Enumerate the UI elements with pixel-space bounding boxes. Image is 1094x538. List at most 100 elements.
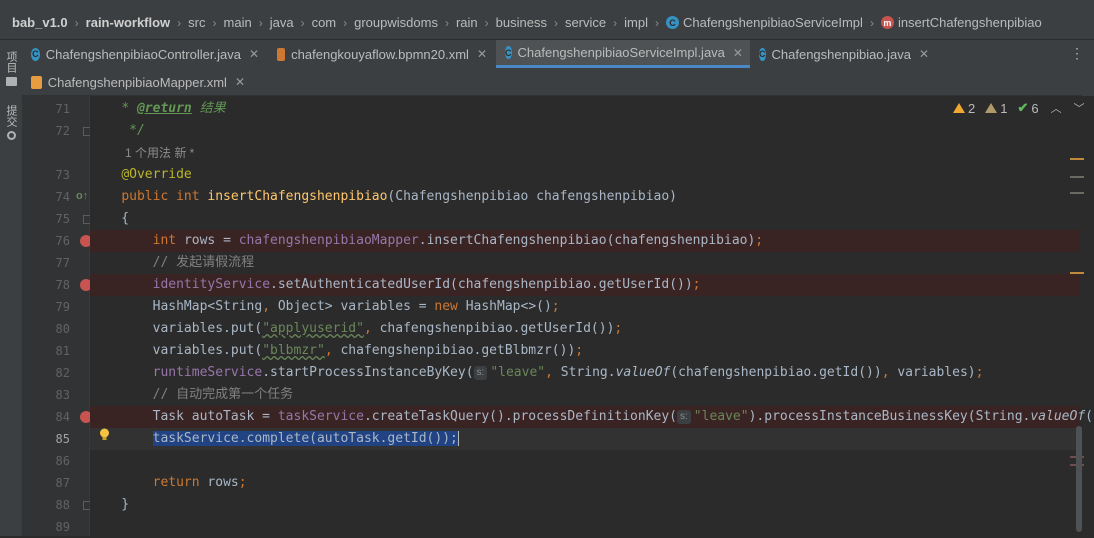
line-number[interactable]: 89: [44, 516, 70, 538]
chevron-right-icon: ›: [343, 15, 348, 30]
close-icon[interactable]: ✕: [249, 47, 259, 61]
line-number[interactable]: 82: [44, 362, 70, 384]
code-line-81: variables.put("blbmzr", chafengshenpibia…: [90, 343, 584, 358]
tab-label: chafengkouyaflow.bpmn20.xml: [291, 46, 469, 62]
breadcrumb-item[interactable]: main: [224, 15, 252, 30]
line-number[interactable]: 85: [44, 428, 70, 450]
class-icon: C: [665, 16, 679, 29]
breadcrumb-item[interactable]: rain: [456, 15, 478, 30]
weak-warning-marker[interactable]: [1070, 176, 1084, 178]
check-icon: ✔: [1017, 100, 1029, 115]
code-line-82: runtimeService.startProcessInstanceByKey…: [152, 365, 984, 380]
tab-0[interactable]: C ChafengshenpibiaoController.java ✕: [22, 40, 268, 68]
line-number[interactable]: 86: [44, 450, 70, 472]
line-number[interactable]: 74: [44, 186, 70, 208]
code-line-78: identityService.setAuthenticatedUserId(c…: [90, 274, 1080, 296]
chevron-right-icon: ›: [654, 15, 659, 30]
comment-start-process: // 发起请假流程: [152, 255, 255, 270]
left-tool-strip: 项目 提交: [0, 40, 23, 536]
ok-indicator[interactable]: ✔ 6: [1017, 100, 1038, 116]
breadcrumb-item[interactable]: bab_v1.0: [12, 15, 68, 30]
line-number[interactable]: 76: [44, 230, 70, 252]
line-number[interactable]: 88: [44, 494, 70, 516]
code-line-75: {: [90, 211, 130, 226]
line-number[interactable]: 71: [44, 98, 70, 120]
line-number[interactable]: 77: [44, 252, 70, 274]
tab-3[interactable]: C Chafengshenpibiao.java ✕: [750, 40, 936, 68]
method-icon: m: [880, 16, 894, 29]
tab-label: ChafengshenpibiaoMapper.xml: [47, 74, 227, 90]
tab-4[interactable]: ChafengshenpibiaoMapper.xml ✕: [22, 68, 254, 96]
code-line-77: // 发起请假流程: [90, 252, 1080, 274]
folder-icon: [5, 77, 17, 86]
selected-code[interactable]: taskService.complete(autoTask.getId());: [152, 431, 458, 446]
close-icon[interactable]: ✕: [235, 75, 245, 89]
breadcrumb-item[interactable]: m insertChafengshenpibiao: [880, 15, 1042, 30]
code-line-76: int rows = chafengshenpibiaoMapper.inser…: [90, 230, 1080, 252]
override-annotation: @Override: [121, 167, 192, 182]
tab-1[interactable]: chafengkouyaflow.bpmn20.xml ✕: [268, 40, 496, 68]
breadcrumb-item[interactable]: business: [496, 15, 547, 30]
tab-label: Chafengshenpibiao.java: [771, 46, 912, 62]
line-number[interactable]: 81: [44, 340, 70, 362]
chevron-up-icon[interactable]: ︿: [1051, 100, 1062, 116]
string-leave: "leave": [693, 409, 749, 424]
project-tool-button[interactable]: 项目: [3, 48, 19, 86]
breadcrumb-item[interactable]: com: [312, 15, 337, 30]
weak-warning-icon: [985, 103, 998, 113]
right-tool-strip: [1082, 40, 1094, 96]
close-icon[interactable]: ✕: [919, 47, 929, 61]
chevron-right-icon: ›: [484, 15, 489, 30]
line-number[interactable]: 75: [44, 208, 70, 230]
warning-icon: [953, 103, 965, 113]
line-number[interactable]: 80: [44, 318, 70, 340]
class-icon: C: [31, 47, 40, 61]
param-hint: s:: [473, 366, 488, 380]
chevron-right-icon: ›: [613, 15, 618, 30]
code-line-79: HashMap<String, Object> variables = new …: [90, 299, 560, 314]
close-icon[interactable]: ✕: [733, 46, 743, 60]
warning-marker[interactable]: [1070, 158, 1084, 160]
line-number[interactable]: 83: [44, 384, 70, 406]
line-number[interactable]: 79: [44, 296, 70, 318]
breadcrumb-item[interactable]: java: [270, 15, 294, 30]
line-number[interactable]: 72: [44, 120, 70, 142]
line-number[interactable]: 78: [44, 274, 70, 296]
string-blbmzr: "blbmzr": [262, 343, 325, 358]
lightbulb-icon[interactable]: [99, 428, 110, 441]
code-line-87: return rows;: [152, 475, 247, 490]
tab-2[interactable]: C ChafengshenpibiaoServiceImpl.java ✕: [496, 40, 750, 68]
commit-tool-button[interactable]: 提交: [3, 102, 19, 140]
line-number[interactable]: 87: [44, 472, 70, 494]
chevron-right-icon: ›: [74, 15, 79, 30]
code-line-74: public int insertChafengshenpibiao(Chafe…: [121, 189, 678, 204]
weak-warnings-indicator[interactable]: 1: [985, 101, 1007, 116]
chevron-right-icon: ›: [869, 15, 874, 30]
warnings-indicator[interactable]: 2: [953, 101, 975, 116]
bpmn-icon: [277, 47, 286, 61]
close-icon[interactable]: ✕: [477, 47, 487, 61]
vertical-scrollbar[interactable]: [1076, 426, 1082, 532]
commit-tool-label: 提交: [5, 105, 17, 127]
code-line-73: @Override: [90, 164, 1080, 186]
line-number[interactable]: 84: [44, 406, 70, 428]
class-icon: C: [505, 46, 512, 59]
warning-marker[interactable]: [1070, 272, 1084, 274]
breadcrumb-item[interactable]: rain-workflow: [86, 15, 171, 30]
breadcrumb-item[interactable]: C ChafengshenpibiaoServiceImpl: [665, 15, 863, 30]
override-gutter-icon[interactable]: o↑: [76, 190, 88, 202]
usage-hint[interactable]: 1 个用法 新 *: [125, 142, 194, 164]
xml-icon: [31, 75, 42, 89]
editor-tabs: ⋮ C ChafengshenpibiaoController.java ✕ chaf…: [22, 40, 1094, 96]
breadcrumb-item[interactable]: src: [188, 15, 205, 30]
breadcrumb-item[interactable]: impl: [624, 15, 648, 30]
weak-warning-marker[interactable]: [1070, 192, 1084, 194]
line-number[interactable]: 73: [44, 164, 70, 186]
code-editor[interactable]: * @return 结果 */ 1 个用法 新 * @Override publ…: [90, 96, 1094, 536]
doc-close: */: [129, 123, 145, 138]
comment-complete-task: // 自动完成第一个任务: [152, 387, 294, 402]
breadcrumb-item[interactable]: groupwisdoms: [354, 15, 438, 30]
tab-label: ChafengshenpibiaoController.java: [45, 46, 241, 62]
breadcrumb-item[interactable]: service: [565, 15, 606, 30]
